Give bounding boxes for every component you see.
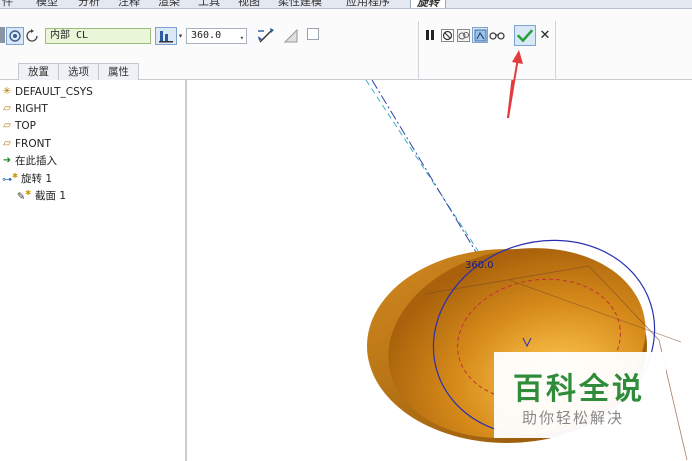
angle-value-field[interactable]: 360.0 ▾ [186, 28, 247, 44]
solid-type-icon[interactable] [0, 27, 5, 43]
menu-render[interactable]: 渲染 [158, 0, 180, 8]
menu-revolve-tab[interactable]: 旋转 [410, 0, 446, 8]
menu-view[interactable]: 视图 [238, 0, 260, 8]
watermark-title: 百科全说 [513, 372, 645, 407]
verify-mode-button[interactable] [472, 27, 488, 43]
pause-button[interactable] [424, 28, 436, 42]
checkmark-icon [517, 29, 533, 42]
pointer-arrow-annotation [507, 50, 523, 119]
remove-material-button[interactable] [25, 27, 39, 45]
confirm-ok-button[interactable] [514, 25, 536, 46]
tree-item-label: TOP [15, 119, 37, 132]
solid-toggle-button[interactable] [6, 27, 24, 45]
tree-item-revolve-1[interactable]: ⊶✱ 旋转 1 [0, 170, 52, 187]
tab-options[interactable]: 选项 [58, 63, 99, 80]
menu-file[interactable]: 件 [2, 0, 13, 8]
menu-tools[interactable]: 工具 [198, 0, 220, 8]
glasses-icon [489, 32, 505, 40]
tree-item-label: 截面 1 [35, 190, 67, 202]
watermark-subtitle: 助你轻松解决 [522, 409, 625, 427]
pause-icon [426, 30, 434, 40]
dashboard-tabs: 放置 选项 属性 [18, 63, 139, 80]
no-preview-icon [440, 28, 454, 42]
surface-checkbox[interactable] [307, 28, 319, 40]
tree-item-label: RIGHT [15, 102, 48, 115]
tree-item-front[interactable]: ▱ FRONT [0, 135, 51, 152]
angle-type-dropdown-icon[interactable]: ▾ [177, 31, 184, 41]
datum-plane-icon: ▱ [3, 103, 11, 114]
tree-item-right[interactable]: ▱ RIGHT [0, 100, 48, 117]
revolve-dashboard: 内部 CL ▾ 360.0 ▾ ✕ 放置 选项 属性 [0, 9, 692, 87]
variable-angle-icon [159, 31, 173, 43]
watermark: 百科全说 助你轻松解决 [494, 352, 666, 438]
tree-item-label: 在此插入 [15, 155, 57, 167]
datum-plane-icon: ▱ [3, 120, 11, 131]
menu-model[interactable]: 模型 [36, 0, 58, 8]
tree-item-top[interactable]: ▱ TOP [0, 117, 36, 134]
glasses-preview-button[interactable] [489, 28, 505, 42]
menu-applications[interactable]: 应用程序 [346, 0, 390, 8]
preview-icon [456, 28, 470, 42]
tree-item-label: 旋转 1 [21, 173, 53, 185]
thicken-sketch-button[interactable] [282, 26, 300, 46]
preview-button[interactable] [456, 28, 470, 42]
thicken-icon [283, 28, 298, 43]
flip-direction-button[interactable] [256, 26, 276, 46]
menu-annotate[interactable]: 注释 [118, 0, 140, 8]
menu-bar: 件 模型 分析 注释 渲染 工具 视图 柔性建模 应用程序 旋转 [0, 0, 692, 9]
csys-icon: ✳ [2, 86, 12, 97]
tree-item-label: DEFAULT_CSYS [15, 85, 93, 98]
angle-dimension-label[interactable]: 360.0 [465, 260, 494, 271]
axis-reference-field[interactable]: 内部 CL [45, 28, 151, 44]
sketch-section-icon: ✎✱ [16, 188, 32, 203]
angle-dropdown-icon[interactable]: ▾ [240, 31, 244, 45]
menu-flexible-modeling[interactable]: 柔性建模 [278, 0, 322, 8]
menu-analysis[interactable]: 分析 [78, 0, 100, 8]
revolve-feature-icon: ⊶✱ [2, 171, 18, 186]
datum-plane-icon: ▱ [3, 138, 11, 149]
flip-direction-icon [258, 28, 274, 43]
tree-item-insert-here[interactable]: ➜ 在此插入 [0, 152, 57, 169]
cancel-close-button[interactable]: ✕ [539, 27, 551, 43]
tab-placement[interactable]: 放置 [18, 63, 59, 80]
tree-item-default-csys[interactable]: ✳ DEFAULT_CSYS [0, 83, 93, 100]
no-preview-button[interactable] [440, 28, 454, 42]
tree-item-section-1[interactable]: ✎✱ 截面 1 [14, 187, 66, 204]
close-icon: ✕ [539, 27, 551, 43]
verify-mode-icon [474, 29, 486, 41]
model-tree: ✳ DEFAULT_CSYS ▱ RIGHT ▱ TOP ▱ FRONT ➜ 在… [0, 80, 187, 461]
revolve-arrow-icon [25, 29, 38, 42]
tab-properties[interactable]: 属性 [98, 63, 139, 80]
angle-type-button[interactable] [155, 27, 177, 45]
tree-item-label: FRONT [15, 137, 51, 150]
revolve-solid-icon [9, 30, 21, 42]
angle-value-text: 360.0 [191, 30, 222, 41]
insert-here-arrow-icon: ➜ [2, 155, 12, 166]
